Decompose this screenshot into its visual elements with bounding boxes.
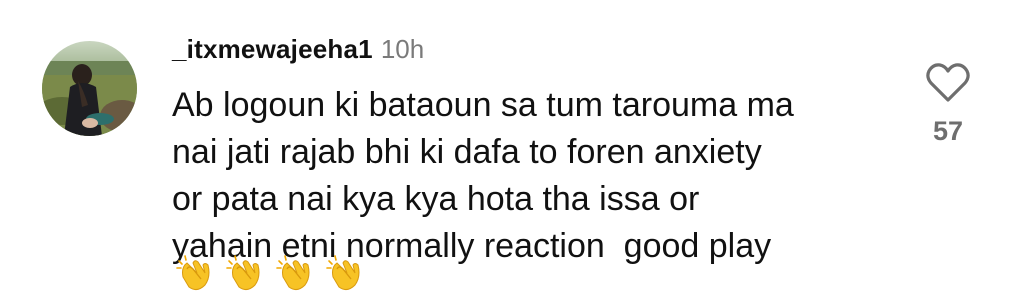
clapping-hands-icon [226,255,260,291]
avatar[interactable] [42,41,137,136]
comment-text: Ab logoun ki bataoun sa tum tarouma ma n… [172,82,892,270]
clapping-hands-icon [326,255,360,291]
like-count: 57 [932,116,964,146]
comment-text-line: nai jati rajab bhi ki dafa to foren anxi… [172,133,762,171]
comment-header: _itxmewajeeha1 10h [172,34,424,66]
username-link[interactable]: _itxmewajeeha1 [172,34,373,65]
clapping-hands-icon [276,255,310,291]
timestamp: 10h [380,34,425,64]
avatar-photo [42,41,137,136]
emoji-row [175,253,365,293]
comment-item: _itxmewajeeha1 10h Ab logoun ki bataoun … [0,0,1024,302]
clapping-hands-icon [176,255,210,291]
comment-text-line: or pata nai kya kya hota tha issa or [172,180,700,218]
like-control: 57 [920,62,976,147]
heart-outline-icon[interactable] [925,62,971,104]
comment-text-line: Ab logoun ki bataoun sa tum tarouma ma [172,86,794,124]
